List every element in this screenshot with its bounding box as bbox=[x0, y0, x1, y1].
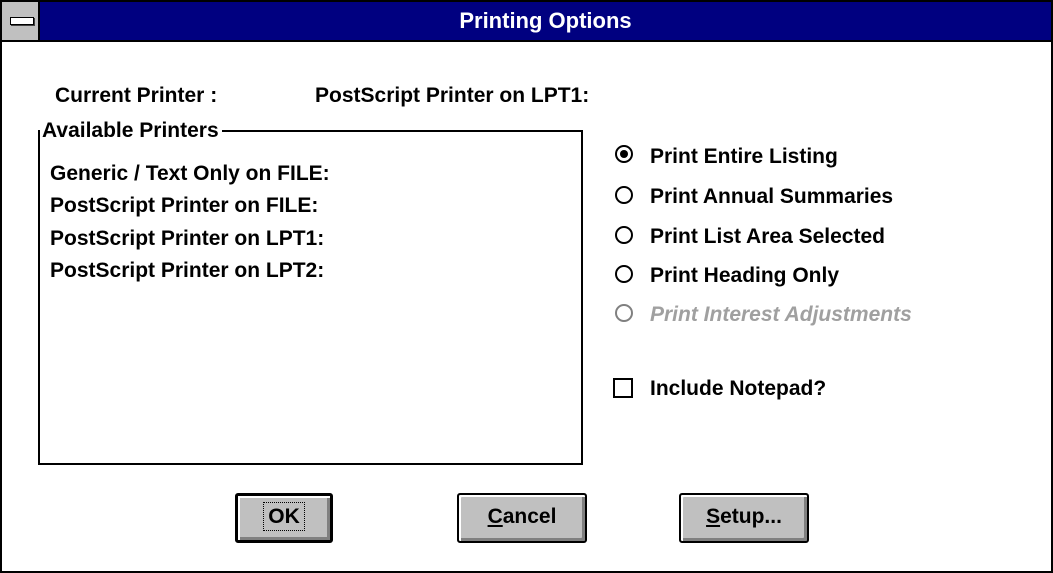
current-printer-value: PostScript Printer on LPT1: bbox=[315, 84, 590, 107]
title-bar[interactable]: Printing Options bbox=[2, 2, 1051, 42]
cancel-mnemonic: C bbox=[487, 505, 503, 528]
option-label-print-annual-summaries[interactable]: Print Annual Summaries bbox=[650, 185, 893, 209]
option-label-print-interest-adjustments: Print Interest Adjustments bbox=[650, 303, 912, 326]
cancel-button-label: ancel bbox=[502, 505, 557, 528]
system-menu-button[interactable] bbox=[2, 2, 40, 40]
setup-mnemonic: S bbox=[706, 505, 721, 528]
include-notepad-label[interactable]: Include Notepad? bbox=[650, 377, 826, 401]
include-notepad-checkbox[interactable] bbox=[613, 378, 633, 398]
option-label-print-list-area-selected[interactable]: Print List Area Selected bbox=[650, 225, 885, 249]
option-label-print-heading-only[interactable]: Print Heading Only bbox=[650, 264, 839, 288]
radio-print-interest-adjustments bbox=[615, 304, 633, 322]
printer-item-generic-file[interactable]: Generic / Text Only on FILE: bbox=[50, 162, 330, 186]
radio-print-annual-summaries[interactable] bbox=[615, 186, 633, 204]
option-label-print-entire-listing[interactable]: Print Entire Listing bbox=[650, 145, 838, 169]
printer-item-postscript-lpt2[interactable]: PostScript Printer on LPT2: bbox=[50, 259, 324, 283]
ok-button-label: OK bbox=[263, 502, 305, 531]
printer-item-postscript-lpt1[interactable]: PostScript Printer on LPT1: bbox=[50, 227, 324, 251]
printing-options-dialog: Printing Options Current Printer : PostS… bbox=[0, 0, 1053, 573]
radio-print-entire-listing[interactable] bbox=[615, 145, 633, 163]
ok-button[interactable]: OK bbox=[235, 493, 333, 543]
setup-button[interactable]: Setup... bbox=[679, 493, 809, 543]
printer-item-postscript-file[interactable]: PostScript Printer on FILE: bbox=[50, 194, 318, 218]
radio-print-list-area-selected[interactable] bbox=[615, 226, 633, 244]
current-printer-label: Current Printer : bbox=[55, 84, 218, 107]
radio-print-heading-only[interactable] bbox=[615, 265, 633, 283]
available-printers-label: Available Printers bbox=[40, 119, 222, 143]
setup-button-label: etup... bbox=[720, 505, 782, 528]
cancel-button[interactable]: Cancel bbox=[457, 493, 587, 543]
system-menu-icon bbox=[10, 17, 34, 25]
window-title: Printing Options bbox=[459, 8, 632, 33]
